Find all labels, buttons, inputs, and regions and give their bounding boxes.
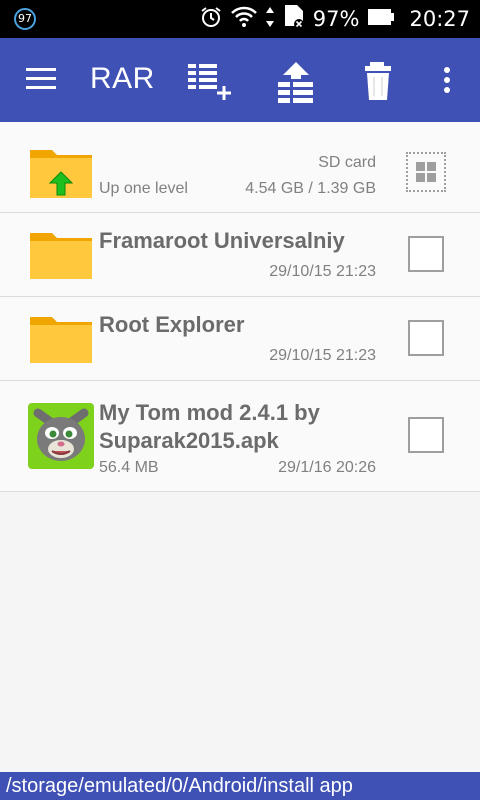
- up-one-level-row[interactable]: Up one level SD card 4.54 GB / 1.39 GB: [0, 122, 480, 213]
- select-all-icon[interactable]: [406, 152, 446, 192]
- storage-name: SD card: [318, 154, 376, 171]
- talking-tom-app-icon: [28, 403, 94, 469]
- add-to-archive-icon[interactable]: [186, 60, 231, 104]
- sd-card-icon: [283, 4, 305, 35]
- folder-icon: [30, 315, 92, 363]
- battery-percent: 97%: [312, 7, 360, 31]
- item-checkbox[interactable]: [408, 417, 444, 453]
- hamburger-menu-icon[interactable]: [26, 68, 56, 90]
- delete-icon[interactable]: [358, 60, 402, 104]
- notification-badge: 97: [14, 8, 36, 30]
- folder-up-icon: [30, 146, 92, 198]
- status-bar: 97 97% 20:27: [0, 0, 480, 38]
- overflow-menu-icon[interactable]: [432, 60, 462, 104]
- item-checkbox[interactable]: [408, 236, 444, 272]
- extract-icon[interactable]: [274, 60, 318, 104]
- file-name: My Tom mod 2.4.1 by Suparak2015.apk: [99, 400, 320, 453]
- file-name: Framaroot Universalniy: [99, 228, 345, 253]
- clock: 20:27: [409, 7, 470, 31]
- list-item[interactable]: Root Explorer 29/10/15 21:23: [0, 297, 480, 381]
- file-date: 29/10/15 21:23: [269, 263, 376, 280]
- file-date: 29/10/15 21:23: [269, 347, 376, 364]
- wifi-icon: [230, 6, 257, 33]
- up-one-level-label: Up one level: [99, 180, 188, 197]
- app-title: RAR: [90, 62, 155, 95]
- data-arrows-icon: [265, 6, 275, 33]
- battery-icon: [367, 7, 395, 31]
- status-icons: 97% 20:27: [199, 0, 470, 38]
- alarm-icon: [199, 5, 223, 34]
- storage-space: 4.54 GB / 1.39 GB: [245, 180, 376, 197]
- current-path: /storage/emulated/0/Android/install app: [0, 772, 480, 800]
- file-list: Up one level SD card 4.54 GB / 1.39 GB F…: [0, 122, 480, 492]
- app-bar: RAR: [0, 38, 480, 122]
- file-date: 29/1/16 20:26: [278, 459, 376, 476]
- folder-icon: [30, 231, 92, 279]
- item-checkbox[interactable]: [408, 320, 444, 356]
- list-item[interactable]: My Tom mod 2.4.1 by Suparak2015.apk 56.4…: [0, 381, 480, 492]
- list-item[interactable]: Framaroot Universalniy 29/10/15 21:23: [0, 213, 480, 297]
- file-size: 56.4 MB: [99, 459, 159, 476]
- file-name: Root Explorer: [99, 312, 245, 337]
